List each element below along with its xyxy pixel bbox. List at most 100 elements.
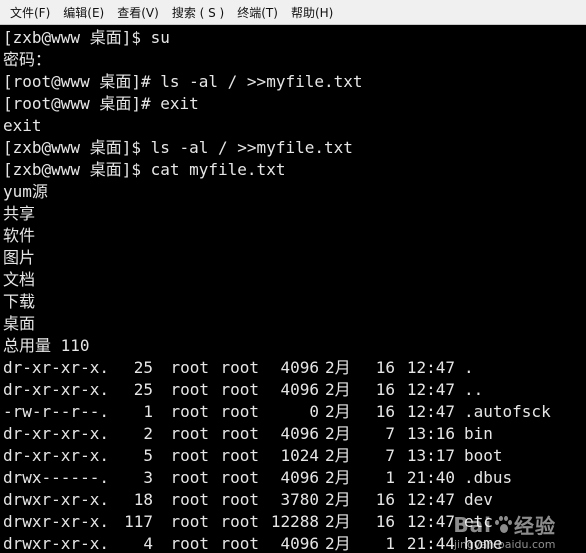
listing-links: 117 — [124, 512, 153, 531]
listing-name: dev — [464, 490, 493, 509]
listing-links: 3 — [143, 468, 153, 487]
terminal-line: yum源 — [3, 182, 48, 201]
listing-size: 4096 — [280, 468, 319, 487]
terminal-line: exit — [3, 116, 42, 135]
listing-perm: drwx------. — [3, 468, 109, 487]
listing-time: 12:47 — [406, 490, 455, 509]
menu-edit[interactable]: 编辑(E) — [57, 2, 110, 23]
terminal-line: 软件 — [3, 226, 36, 245]
listing-size: 4096 — [280, 534, 319, 553]
menu-file[interactable]: 文件(F) — [4, 2, 56, 23]
listing-size: 1024 — [280, 446, 319, 465]
listing-name: . — [464, 358, 474, 377]
listing-day: 1 — [385, 468, 395, 487]
listing-perm: drwxr-xr-x. — [3, 512, 109, 531]
listing-group: root — [220, 446, 259, 465]
listing-day: 16 — [375, 490, 395, 509]
listing-group: root — [220, 358, 259, 377]
terminal-line: 总用量 110 — [3, 336, 90, 355]
listing-group: root — [220, 534, 259, 553]
terminal-line: 密码： — [3, 50, 52, 69]
terminal-output[interactable]: [zxb@www 桌面]$ su 密码： [root@www 桌面]# ls -al… — [0, 25, 586, 553]
listing-name: etc — [464, 512, 493, 531]
menu-terminal[interactable]: 终端(T) — [231, 2, 284, 23]
listing-row: drwx------. 3 root root 4096 2月 1 21:40 .dbus — [3, 467, 586, 489]
listing-perm: dr-xr-xr-x. — [3, 424, 109, 443]
listing-day: 1 — [385, 534, 395, 553]
listing-perm: drwxr-xr-x. — [3, 534, 109, 553]
listing-links: 5 — [143, 446, 153, 465]
listing-size: 12288 — [270, 512, 319, 531]
listing-name: home — [464, 534, 503, 553]
listing-time: 13:17 — [406, 446, 455, 465]
listing-links: 4 — [143, 534, 153, 553]
listing-time: 12:47 — [406, 512, 455, 531]
listing-day: 16 — [375, 402, 395, 421]
listing-time: 21:40 — [406, 468, 455, 487]
listing-owner: root — [170, 358, 209, 377]
listing-size: 3780 — [280, 490, 319, 509]
terminal-line: [root@www 桌面]# ls -al / >>myfile.txt — [3, 72, 363, 91]
listing-owner: root — [170, 446, 209, 465]
listing-links: 1 — [143, 402, 153, 421]
listing-perm: drwxr-xr-x. — [3, 490, 109, 509]
listing-group: root — [220, 512, 259, 531]
terminal-line: 共享 — [3, 204, 36, 223]
listing-time: 12:47 — [406, 380, 455, 399]
listing-links: 25 — [133, 380, 153, 399]
listing-row: drwxr-xr-x. 18 root root 3780 2月 16 12:47 dev — [3, 489, 586, 511]
listing-month: 2月 — [325, 424, 351, 443]
listing-size: 4096 — [280, 380, 319, 399]
listing-row: -rw-r--r--. 1 root root 0 2月 16 12:47 .autofsck — [3, 401, 586, 423]
listing-owner: root — [170, 468, 209, 487]
listing-name: .autofsck — [464, 402, 551, 421]
listing-time: 12:47 — [406, 402, 455, 421]
listing-day: 7 — [385, 424, 395, 443]
listing-month: 2月 — [325, 534, 351, 553]
menu-bar: 文件(F) 编辑(E) 查看(V) 搜索 ( S ) 终端(T) 帮助(H) — [0, 0, 586, 25]
menu-search[interactable]: 搜索 ( S ) — [166, 2, 230, 23]
menu-view[interactable]: 查看(V) — [111, 2, 165, 23]
terminal-line: 桌面 — [3, 314, 36, 333]
listing-owner: root — [170, 534, 209, 553]
listing-links: 2 — [143, 424, 153, 443]
terminal-line: 图片 — [3, 248, 36, 267]
listing-links: 18 — [133, 490, 153, 509]
listing-row: drwxr-xr-x. 4 root root 4096 2月 1 21:44 home — [3, 533, 586, 553]
listing-time: 21:44 — [406, 534, 455, 553]
listing-month: 2月 — [325, 380, 351, 399]
menu-help[interactable]: 帮助(H) — [285, 2, 339, 23]
listing-row: dr-xr-xr-x. 2 root root 4096 2月 7 13:16 bin — [3, 423, 586, 445]
listing-size: 4096 — [280, 424, 319, 443]
listing-owner: root — [170, 424, 209, 443]
listing-group: root — [220, 424, 259, 443]
terminal-line: [zxb@www 桌面]$ ls -al / >>myfile.txt — [3, 138, 353, 157]
listing-name: boot — [464, 446, 503, 465]
listing-group: root — [220, 468, 259, 487]
listing-size: 4096 — [280, 358, 319, 377]
terminal-line: 文档 — [3, 270, 36, 289]
listing-day: 7 — [385, 446, 395, 465]
listing-owner: root — [170, 512, 209, 531]
listing-time: 12:47 — [406, 358, 455, 377]
listing-month: 2月 — [325, 490, 351, 509]
listing-group: root — [220, 402, 259, 421]
terminal-line: 下载 — [3, 292, 36, 311]
listing-size: 0 — [309, 402, 319, 421]
listing-month: 2月 — [325, 446, 351, 465]
listing-name: .. — [464, 380, 484, 399]
listing-row: dr-xr-xr-x. 25 root root 4096 2月 16 12:47.. — [3, 379, 586, 401]
listing-row: drwxr-xr-x. 117 root root 12288 2月 16 12:47 etc — [3, 511, 586, 533]
listing-month: 2月 — [325, 358, 351, 377]
listing-perm: dr-xr-xr-x. — [3, 380, 109, 399]
listing-group: root — [220, 380, 259, 399]
terminal-window: 文件(F) 编辑(E) 查看(V) 搜索 ( S ) 终端(T) 帮助(H) [zxb@w… — [0, 0, 586, 553]
listing-links: 25 — [133, 358, 153, 377]
listing-month: 2月 — [325, 402, 351, 421]
listing-name: bin — [464, 424, 493, 443]
listing-perm: dr-xr-xr-x. — [3, 358, 109, 377]
listing-perm: dr-xr-xr-x. — [3, 446, 109, 465]
listing-month: 2月 — [325, 512, 351, 531]
listing-day: 16 — [375, 380, 395, 399]
listing-name: .dbus — [464, 468, 513, 487]
